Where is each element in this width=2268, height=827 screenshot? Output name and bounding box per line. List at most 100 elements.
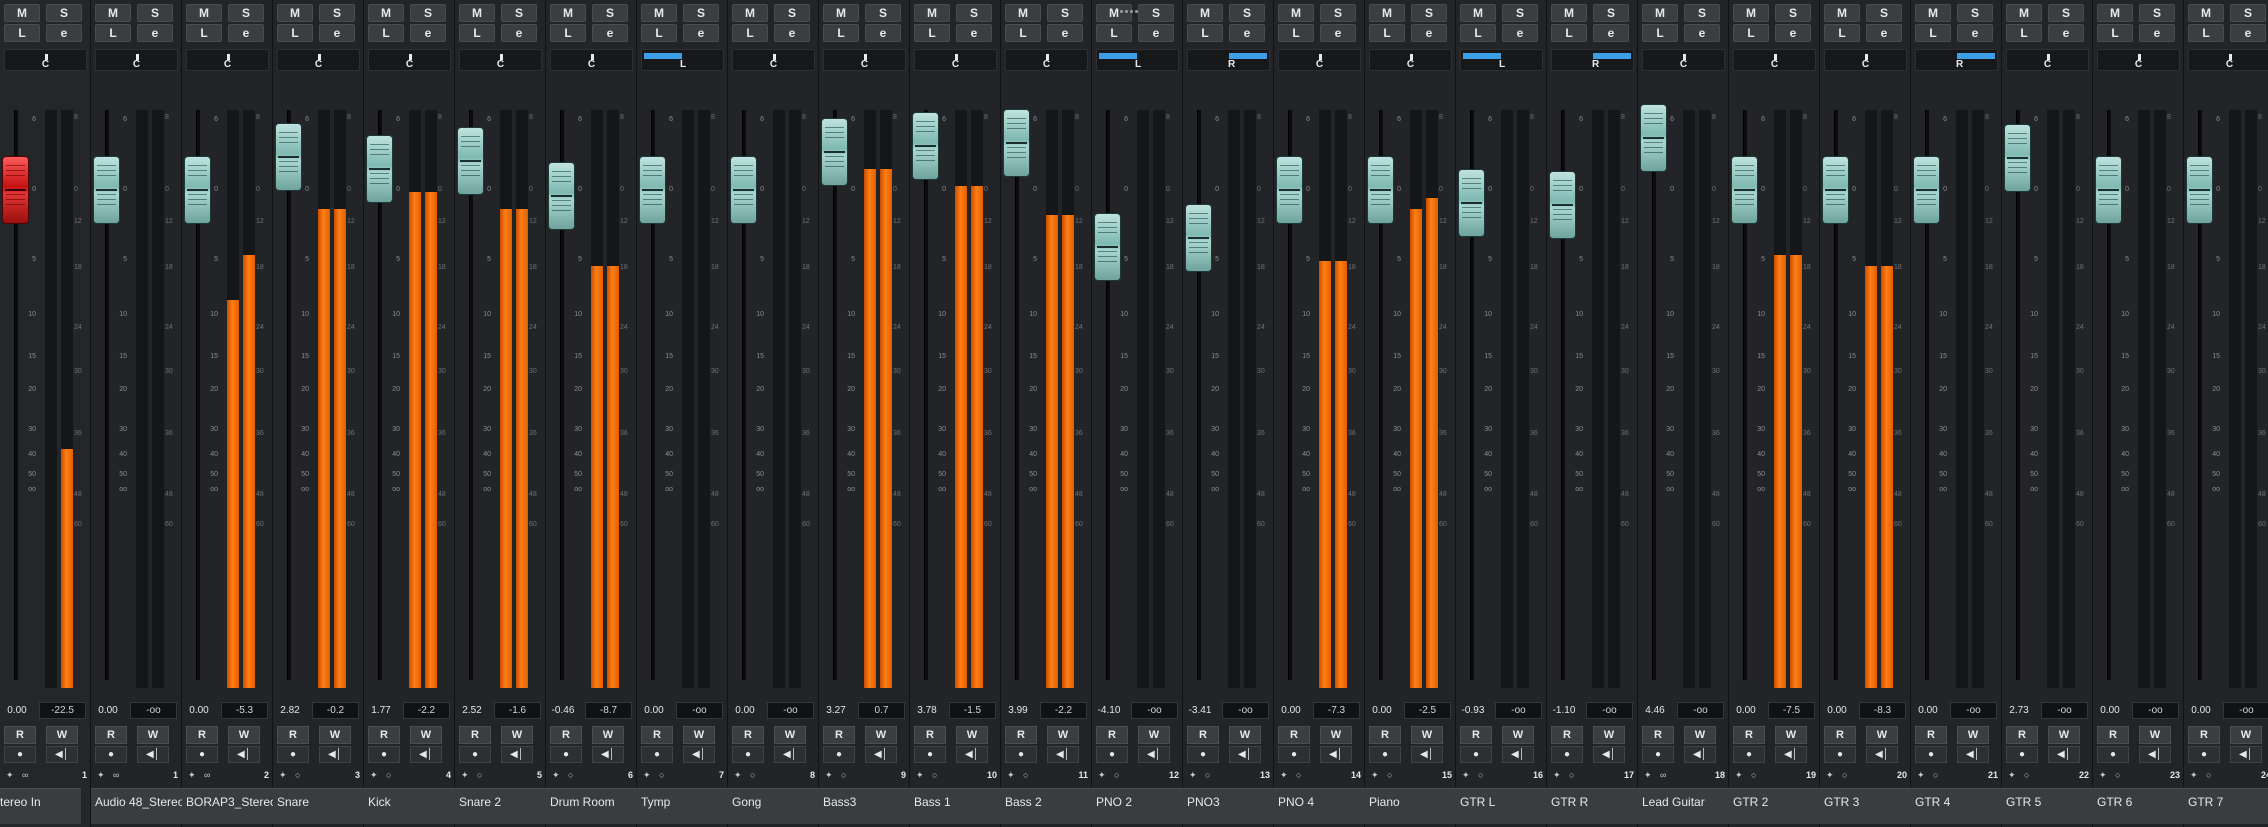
volume-value[interactable]: 2.82 (276, 702, 304, 719)
monitor-button[interactable]: ◀│ (1866, 746, 1898, 763)
record-enable-button[interactable]: ● (1642, 746, 1674, 763)
read-automation-button[interactable]: R (95, 726, 127, 744)
read-automation-button[interactable]: R (914, 726, 946, 744)
peak-value[interactable]: -oo (1495, 702, 1542, 719)
edit-channel-button[interactable]: e (1320, 24, 1356, 42)
channel-name[interactable]: PNO 4 (1274, 788, 1365, 824)
peak-value[interactable]: -oo (1131, 702, 1178, 719)
pan-control[interactable]: C (1369, 49, 1452, 71)
write-automation-button[interactable]: W (1775, 726, 1807, 744)
listen-button[interactable]: L (459, 24, 495, 42)
write-automation-button[interactable]: W (1957, 726, 1989, 744)
read-automation-button[interactable]: R (2097, 726, 2129, 744)
listen-button[interactable]: L (1096, 24, 1132, 42)
write-automation-button[interactable]: W (137, 726, 169, 744)
fader-knob[interactable] (1641, 104, 1666, 171)
mute-button[interactable]: M (1915, 4, 1951, 22)
read-automation-button[interactable]: R (459, 726, 491, 744)
edit-channel-button[interactable]: e (1957, 24, 1993, 42)
write-automation-button[interactable]: W (46, 726, 78, 744)
pan-control[interactable]: C (95, 49, 178, 71)
pan-control[interactable]: C (914, 49, 997, 71)
monitor-button[interactable]: ◀│ (137, 746, 169, 763)
peak-value[interactable]: -oo (1222, 702, 1269, 719)
peak-value[interactable]: -5.3 (221, 702, 268, 719)
fader-knob[interactable] (549, 163, 574, 230)
peak-value[interactable]: -0.2 (312, 702, 359, 719)
edit-channel-button[interactable]: e (2048, 24, 2084, 42)
listen-button[interactable]: L (914, 24, 950, 42)
pan-control[interactable]: C (459, 49, 542, 71)
mute-button[interactable]: M (2006, 4, 2042, 22)
listen-button[interactable]: L (1278, 24, 1314, 42)
monitor-button[interactable]: ◀│ (1047, 746, 1079, 763)
monitor-button[interactable]: ◀│ (1320, 746, 1352, 763)
pan-control[interactable]: C (823, 49, 906, 71)
channel-name[interactable]: Audio 48_Stereo (91, 788, 182, 824)
write-automation-button[interactable]: W (1047, 726, 1079, 744)
record-enable-button[interactable]: ● (1005, 746, 1037, 763)
read-automation-button[interactable]: R (1460, 726, 1492, 744)
monitor-button[interactable]: ◀│ (1957, 746, 1989, 763)
record-enable-button[interactable]: ● (1733, 746, 1765, 763)
volume-value[interactable]: 0.00 (640, 702, 668, 719)
fader-knob[interactable] (2187, 157, 2212, 223)
peak-value[interactable]: -7.5 (1768, 702, 1815, 719)
channel-name[interactable]: Bass3 (819, 788, 910, 824)
listen-button[interactable]: L (4, 24, 40, 42)
channel-name[interactable]: Bass 2 (1001, 788, 1092, 824)
volume-value[interactable]: 2.52 (458, 702, 486, 719)
peak-value[interactable]: -8.7 (585, 702, 632, 719)
read-automation-button[interactable]: R (732, 726, 764, 744)
edit-channel-button[interactable]: e (774, 24, 810, 42)
edit-channel-button[interactable]: e (1138, 24, 1174, 42)
volume-value[interactable]: -3.41 (1186, 702, 1214, 719)
channel-name[interactable]: Gong (728, 788, 819, 824)
solo-button[interactable]: S (501, 4, 537, 22)
volume-value[interactable]: 0.00 (1823, 702, 1851, 719)
channel-name[interactable]: Lead Guitar (1638, 788, 1729, 824)
write-automation-button[interactable]: W (410, 726, 442, 744)
record-enable-button[interactable]: ● (1824, 746, 1856, 763)
mute-button[interactable]: M (2097, 4, 2133, 22)
listen-button[interactable]: L (732, 24, 768, 42)
record-enable-button[interactable]: ● (1187, 746, 1219, 763)
mute-button[interactable]: M (1733, 4, 1769, 22)
peak-value[interactable]: -oo (1586, 702, 1633, 719)
mute-button[interactable]: M (1460, 4, 1496, 22)
pan-control[interactable]: C (277, 49, 360, 71)
volume-value[interactable]: 1.77 (367, 702, 395, 719)
pan-control[interactable]: C (186, 49, 269, 71)
edit-channel-button[interactable]: e (228, 24, 264, 42)
write-automation-button[interactable]: W (1866, 726, 1898, 744)
peak-value[interactable]: -1.5 (949, 702, 996, 719)
write-automation-button[interactable]: W (1320, 726, 1352, 744)
pan-control[interactable]: C (2188, 49, 2268, 71)
read-automation-button[interactable]: R (277, 726, 309, 744)
read-automation-button[interactable]: R (2188, 726, 2220, 744)
solo-button[interactable]: S (137, 4, 173, 22)
mute-button[interactable]: M (1824, 4, 1860, 22)
solo-button[interactable]: S (865, 4, 901, 22)
channel-name[interactable]: BORAP3_Stereo (182, 788, 273, 824)
fader-knob[interactable] (94, 157, 119, 223)
volume-value[interactable]: 2.73 (2005, 702, 2033, 719)
peak-value[interactable]: -2.2 (403, 702, 450, 719)
solo-button[interactable]: S (1684, 4, 1720, 22)
write-automation-button[interactable]: W (501, 726, 533, 744)
volume-value[interactable]: -1.10 (1550, 702, 1578, 719)
record-enable-button[interactable]: ● (823, 746, 855, 763)
listen-button[interactable]: L (2006, 24, 2042, 42)
edit-channel-button[interactable]: e (956, 24, 992, 42)
pan-control[interactable]: R (1915, 49, 1998, 71)
volume-value[interactable]: 0.00 (1732, 702, 1760, 719)
channel-name[interactable]: GTR 6 (2093, 788, 2184, 824)
listen-button[interactable]: L (1642, 24, 1678, 42)
pan-control[interactable]: R (1551, 49, 1634, 71)
record-enable-button[interactable]: ● (732, 746, 764, 763)
peak-value[interactable]: -oo (130, 702, 177, 719)
read-automation-button[interactable]: R (1915, 726, 1947, 744)
mute-button[interactable]: M (1187, 4, 1223, 22)
fader-knob[interactable] (1914, 157, 1939, 223)
solo-button[interactable]: S (1047, 4, 1083, 22)
